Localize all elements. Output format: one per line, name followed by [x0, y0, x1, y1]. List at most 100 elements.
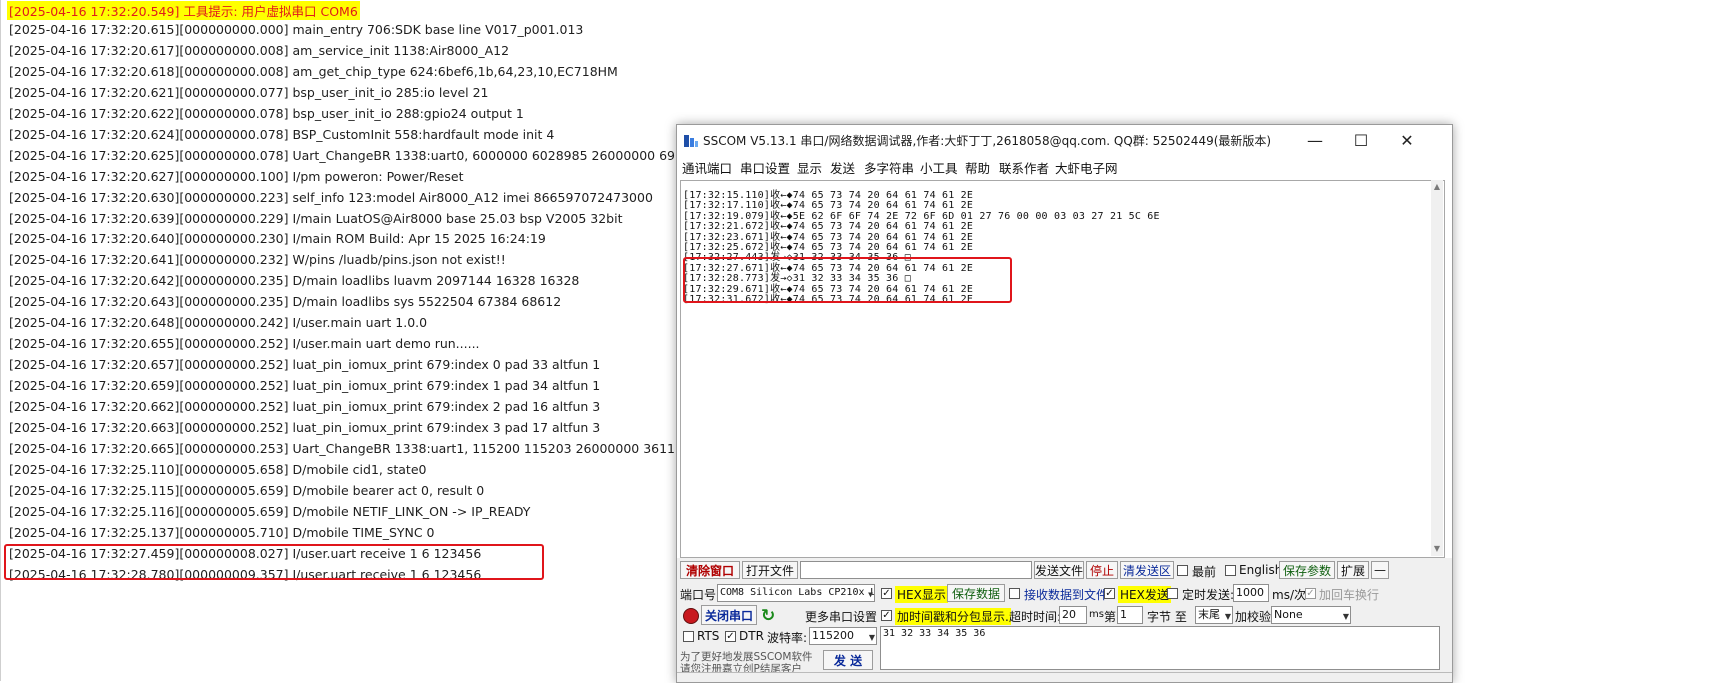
port-status-icon — [683, 608, 699, 624]
send-input[interactable]: 31 32 33 34 35 36 — [880, 626, 1440, 670]
send-button[interactable]: 发 送 — [823, 650, 873, 670]
log-line: [2025-04-16 17:32:20.624][000000000.078]… — [9, 126, 555, 142]
topmost-checkbox[interactable] — [1177, 565, 1188, 576]
checksum-select[interactable]: None ▼ — [1271, 606, 1351, 624]
title-bar[interactable]: SSCOM V5.13.1 串口/网络数据调试器,作者:大虾丁丁,2618058… — [677, 125, 1452, 155]
nth-label: 第 — [1104, 610, 1117, 624]
stop-button[interactable]: 停止 — [1086, 561, 1118, 579]
log-line: [2025-04-16 17:32:20.657][000000000.252]… — [9, 357, 601, 373]
save-params-button[interactable]: 保存参数 — [1279, 561, 1335, 579]
timed-send-label: 定时发送: — [1182, 588, 1235, 602]
port-label: 端口号 — [680, 588, 717, 602]
checksum-label: 加校验 — [1235, 610, 1272, 624]
log-line: [2025-04-16 17:32:25.116][000000005.659]… — [9, 503, 531, 519]
log-line: [2025-04-16 17:32:25.137][000000005.710]… — [9, 524, 435, 540]
baud-select[interactable]: 115200 ▼ — [809, 627, 877, 645]
dtr-checkbox[interactable]: ✓ — [725, 631, 736, 642]
log-line: [2025-04-16 17:32:20.622][000000000.078]… — [9, 105, 524, 121]
timeout-input[interactable]: 20 — [1059, 606, 1087, 624]
timeout-label: 超时时间: — [1009, 610, 1062, 624]
byte-label: 字节 至 — [1147, 610, 1187, 624]
chevron-down-icon: ▼ — [868, 590, 873, 599]
add-crlf-checkbox[interactable]: ✓ — [1305, 588, 1316, 599]
send-file-button[interactable]: 发送文件 — [1034, 561, 1084, 579]
expand-button[interactable]: 扩展 — [1337, 561, 1369, 579]
log-line: [2025-04-16 17:32:20.648][000000000.242]… — [9, 315, 428, 331]
log-line: [2025-04-16 17:32:20.642][000000000.235]… — [9, 273, 580, 289]
maximize-icon: ☐ — [1353, 130, 1369, 150]
menu-item-tools[interactable]: 小工具 — [920, 158, 958, 177]
interval-unit: ms/次 — [1272, 588, 1306, 602]
log-line: [2025-04-16 17:32:25.110][000000005.658]… — [9, 461, 427, 477]
topmost-label: 最前 — [1192, 565, 1217, 579]
receive-scrollbar[interactable]: ▲ ▼ — [1431, 180, 1443, 556]
minimize-icon: — — [1307, 130, 1323, 150]
add-crlf-label: 加回车换行 — [1319, 588, 1380, 602]
english-checkbox[interactable] — [1225, 565, 1236, 576]
hex-send-checkbox[interactable]: ✓ — [1104, 588, 1115, 599]
menu-item-contact[interactable]: 联系作者 — [999, 158, 1049, 177]
close-port-button[interactable]: 关闭串口 — [701, 605, 757, 625]
chevron-down-icon: ▼ — [868, 633, 875, 642]
sscom-window: SSCOM V5.13.1 串口/网络数据调试器,作者:大虾丁丁,2618058… — [676, 124, 1453, 683]
log-line: [2025-04-16 17:32:20.630][000000000.223]… — [9, 189, 653, 205]
log-line: [2025-04-16 17:32:20.621][000000000.077]… — [9, 84, 489, 100]
nth-input[interactable]: 1 — [1117, 606, 1143, 624]
english-label: English — [1239, 563, 1283, 577]
clear-send-button[interactable]: 清发送区 — [1120, 561, 1174, 579]
window-title: SSCOM V5.13.1 串口/网络数据调试器,作者:大虾丁丁,2618058… — [703, 134, 1272, 148]
control-panel: 清除窗口 打开文件 发送文件 停止 清发送区 最前 English 保存参数 扩… — [677, 558, 1452, 682]
maximize-button[interactable]: ☐ — [1338, 125, 1384, 155]
log-line: [2025-04-16 17:32:20.617][000000000.008]… — [9, 42, 510, 58]
log-line: [2025-04-16 17:32:20.615][000000000.000]… — [9, 21, 584, 37]
log-line: [2025-04-16 17:32:20.549] 工具提示: 用户虚拟串口 C… — [7, 1, 360, 20]
log-line: [2025-04-16 17:32:20.640][000000000.230]… — [9, 231, 546, 247]
hex-send-label: HEX发送 — [1118, 586, 1171, 603]
clear-window-button[interactable]: 清除窗口 — [680, 561, 740, 579]
log-line: [2025-04-16 17:32:25.115][000000005.659]… — [9, 482, 485, 498]
rts-checkbox[interactable] — [683, 631, 694, 642]
log-line: [2025-04-16 17:32:20.625][000000000.078]… — [9, 147, 676, 163]
scroll-up-icon[interactable]: ▲ — [1432, 182, 1442, 191]
recv-to-file-checkbox[interactable] — [1009, 588, 1020, 599]
timestamp-label: 加时间戳和分包显示. — [895, 608, 1011, 625]
chevron-down-icon: ▼ — [1224, 612, 1231, 621]
menu-item-display[interactable]: 显示 — [797, 158, 822, 177]
end-select[interactable]: 末尾 ▼ — [1195, 606, 1233, 624]
save-data-button[interactable]: 保存数据 — [947, 584, 1005, 602]
menu-item-send[interactable]: 发送 — [830, 158, 855, 177]
log-line: [2025-04-16 17:32:20.659][000000000.252]… — [9, 378, 601, 394]
rts-label: RTS — [697, 629, 720, 643]
port-select[interactable]: COM8 Silicon Labs CP210x U ▼ — [717, 584, 875, 602]
log-line: [2025-04-16 17:32:20.627][000000000.100]… — [9, 168, 464, 184]
log-line: [2025-04-16 17:32:20.655][000000000.252]… — [9, 336, 480, 352]
hex-display-label: HEX显示 — [895, 586, 948, 603]
minimize-button[interactable]: — — [1292, 125, 1338, 155]
menu-item-serial-settings[interactable]: 串口设置 — [740, 158, 790, 177]
open-file-button[interactable]: 打开文件 — [742, 561, 798, 579]
file-path-input[interactable] — [800, 561, 1032, 579]
dtr-label: DTR — [739, 629, 764, 643]
timed-send-checkbox[interactable] — [1167, 588, 1178, 599]
interval-input[interactable]: 1000 — [1233, 584, 1269, 602]
log-line: [2025-04-16 17:32:20.662][000000000.252]… — [9, 399, 601, 415]
chevron-down-icon: ▼ — [1342, 612, 1349, 621]
close-button[interactable]: ✕ — [1384, 125, 1430, 155]
status-bar — [677, 672, 1452, 682]
log-line: [2025-04-16 17:32:20.665][000000000.253]… — [9, 440, 676, 456]
hex-display-checkbox[interactable]: ✓ — [881, 588, 892, 599]
log-line: [2025-04-16 17:32:20.639][000000000.229]… — [9, 210, 623, 226]
close-icon: ✕ — [1400, 130, 1414, 150]
timestamp-checkbox[interactable]: ✓ — [881, 610, 892, 621]
menu-item-website[interactable]: 大虾电子网 — [1055, 158, 1118, 177]
menu-item-help[interactable]: 帮助 — [965, 158, 990, 177]
receive-area[interactable]: [17:32:15.110]收←◆74 65 73 74 20 64 61 74… — [680, 180, 1445, 558]
menu-item-multi-string[interactable]: 多字符串 — [864, 158, 914, 177]
log-line: [2025-04-16 17:32:20.641][000000000.232]… — [9, 252, 506, 268]
log-line: [2025-04-16 17:32:20.643][000000000.235]… — [9, 294, 562, 310]
refresh-icon[interactable]: ↻ — [761, 606, 775, 626]
collapse-button[interactable]: — — [1371, 561, 1389, 579]
menu-item-port[interactable]: 通讯端口 — [682, 158, 732, 177]
more-settings-link[interactable]: 更多串口设置 — [805, 608, 877, 625]
scroll-down-icon[interactable]: ▼ — [1432, 544, 1442, 553]
